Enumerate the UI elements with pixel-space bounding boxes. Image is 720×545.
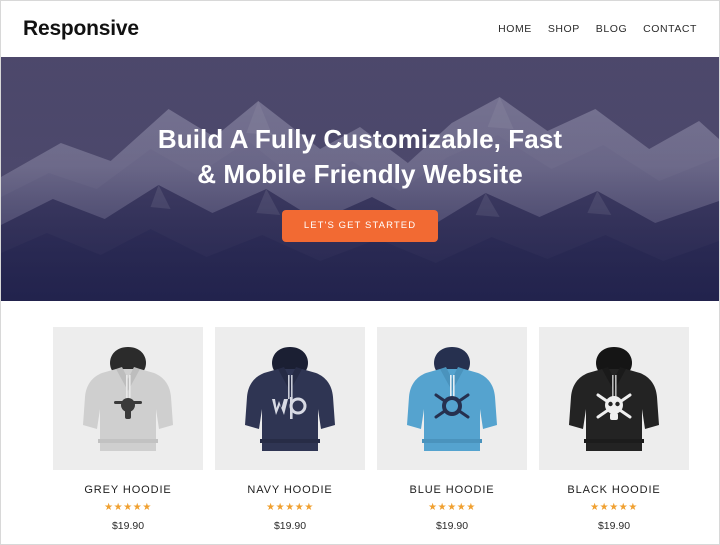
product-grid: GREY HOODIE ★★★★★ $19.90 NAVY HOODIE ★★★… [1, 301, 719, 532]
product-rating-stars: ★★★★★ [266, 502, 314, 513]
product-price: $19.90 [273, 520, 307, 532]
get-started-button[interactable]: LET'S GET STARTED [281, 209, 439, 242]
product-title: GREY HOODIE [84, 484, 172, 496]
product-title: NAVY HOODIE [247, 484, 333, 496]
product-price: $19.90 [111, 520, 145, 532]
site-brand-logo[interactable]: Responsive [23, 17, 139, 41]
hero-title: Build A Fully Customizable, Fast & Mobil… [157, 124, 563, 189]
product-card[interactable]: NAVY HOODIE ★★★★★ $19.90 [215, 327, 365, 532]
product-price: $19.90 [435, 520, 469, 532]
nav-item-contact[interactable]: CONTACT [643, 23, 697, 35]
grey-hoodie-image[interactable] [53, 327, 203, 470]
product-card[interactable]: BLACK HOODIE ★★★★★ $19.90 [539, 327, 689, 532]
product-card[interactable]: GREY HOODIE ★★★★★ $19.90 [53, 327, 203, 532]
product-card[interactable]: BLUE HOODIE ★★★★★ $19.90 [377, 327, 527, 532]
product-rating-stars: ★★★★★ [104, 502, 152, 513]
product-price: $19.90 [597, 520, 631, 532]
hero-section: Build A Fully Customizable, Fast & Mobil… [1, 57, 719, 301]
product-title: BLACK HOODIE [567, 484, 661, 496]
product-rating-stars: ★★★★★ [590, 502, 638, 513]
product-title: BLUE HOODIE [409, 484, 495, 496]
browser-page: Responsive HOME SHOP BLOG CONTACT Build … [0, 0, 720, 545]
nav-item-blog[interactable]: BLOG [596, 23, 627, 35]
navy-hoodie-image[interactable] [215, 327, 365, 470]
hero-content: Build A Fully Customizable, Fast & Mobil… [1, 57, 719, 301]
site-header: Responsive HOME SHOP BLOG CONTACT [1, 1, 719, 57]
blue-hoodie-image[interactable] [377, 327, 527, 470]
black-hoodie-image[interactable] [539, 327, 689, 470]
nav-item-home[interactable]: HOME [498, 23, 532, 35]
nav-item-shop[interactable]: SHOP [548, 23, 580, 35]
main-navigation: HOME SHOP BLOG CONTACT [498, 23, 697, 35]
product-rating-stars: ★★★★★ [428, 502, 476, 513]
